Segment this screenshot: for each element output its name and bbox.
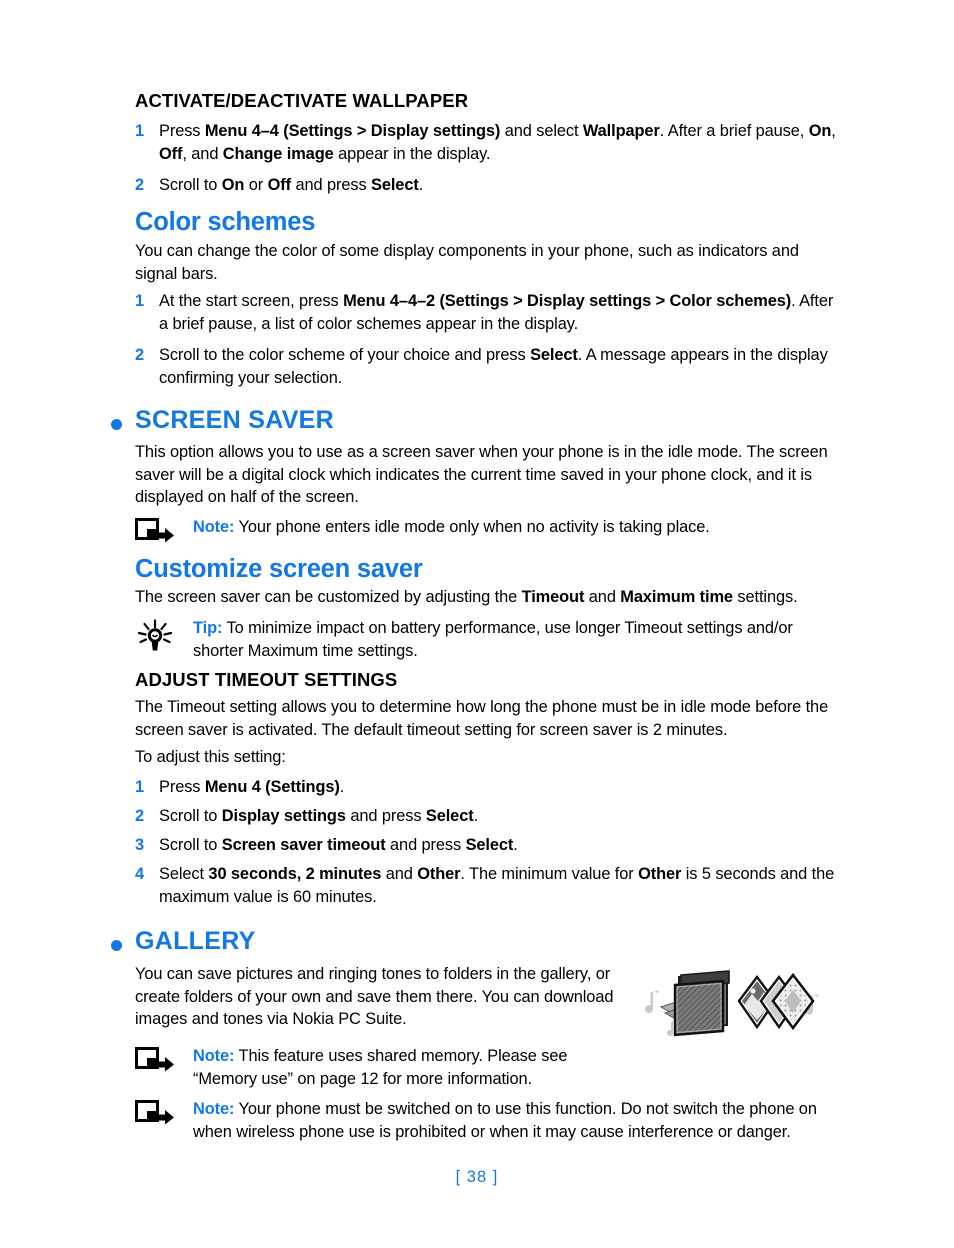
list-number: 3 <box>135 836 145 854</box>
customize-screen-saver-intro: The screen saver can be customized by ad… <box>135 588 798 606</box>
note-text: Note: This feature uses shared memory. P… <box>193 1045 615 1090</box>
note-label: Note: <box>193 518 235 536</box>
heading-color-schemes: Color schemes <box>135 208 316 236</box>
tip-label: Tip: <box>193 619 223 637</box>
screen-saver-intro: This option allows you to use as a scree… <box>135 443 828 506</box>
adjust-timeout-intro: The Timeout setting allows you to determ… <box>135 698 829 739</box>
list-text: Select 30 seconds, 2 minutes and Other. … <box>159 865 835 906</box>
heading-activate-deactivate-wallpaper: ACTIVATE/DEACTIVATE WALLPAPER <box>135 90 469 111</box>
list-number: 2 <box>135 176 145 194</box>
list-text: Scroll to Screen saver timeout and press… <box>159 836 518 854</box>
color-schemes-intro: You can change the color of some display… <box>135 242 799 283</box>
list-text: Press Menu 4 (Settings). <box>159 778 345 796</box>
list-item: 2 Scroll to Display settings and press S… <box>135 805 837 828</box>
note-arrow-icon <box>135 1100 179 1130</box>
page-number: [ 38 ] <box>455 1168 499 1186</box>
note-arrow-icon <box>135 518 179 548</box>
list-text: Scroll to the color scheme of your choic… <box>159 346 828 387</box>
note-label: Note: <box>193 1047 235 1065</box>
note-arrow-icon <box>135 1047 179 1077</box>
heading-customize-screen-saver: Customize screen saver <box>135 555 423 583</box>
lightbulb-icon <box>135 619 179 651</box>
tip-body: To minimize impact on battery performanc… <box>193 619 793 660</box>
note-text: Note: Your phone must be switched on to … <box>193 1098 842 1143</box>
gallery-folder-photos-music-illustration <box>643 963 823 1038</box>
document-page: ACTIVATE/DEACTIVATE WALLPAPER 1 Press Me… <box>0 0 954 1248</box>
list-number: 1 <box>135 778 145 796</box>
note-block: Note: Your phone enters idle mode only w… <box>135 516 840 543</box>
note-text: Note: Your phone enters idle mode only w… <box>193 516 840 539</box>
note-label: Note: <box>193 1100 235 1118</box>
note-body: Your phone must be switched on to use th… <box>193 1100 817 1141</box>
adjust-timeout-lead-in: To adjust this setting: <box>135 748 286 766</box>
heading-gallery: GALLERY <box>135 927 256 955</box>
note-block: Note: This feature uses shared memory. P… <box>135 1045 615 1090</box>
list-number: 2 <box>135 807 145 825</box>
note-body: This feature uses shared memory. Please … <box>193 1047 568 1088</box>
bullet-dot-icon <box>111 940 122 951</box>
list-item: 2 Scroll to the color scheme of your cho… <box>135 344 837 389</box>
list-item: 1 At the start screen, press Menu 4–4–2 … <box>135 290 837 335</box>
note-body: Your phone enters idle mode only when no… <box>234 518 710 536</box>
list-number: 4 <box>135 865 145 883</box>
list-text: At the start screen, press Menu 4–4–2 (S… <box>159 292 834 333</box>
list-item: 2 Scroll to On or Off and press Select. <box>135 174 837 197</box>
heading-screen-saver: SCREEN SAVER <box>135 406 335 434</box>
bullet-dot-icon <box>111 419 122 430</box>
list-item: 1 Press Menu 4 (Settings). <box>135 776 837 799</box>
list-number: 2 <box>135 346 145 364</box>
list-text: Press Menu 4–4 (Settings > Display setti… <box>159 122 836 163</box>
list-text: Scroll to Display settings and press Sel… <box>159 807 479 825</box>
note-block: Note: Your phone must be switched on to … <box>135 1098 842 1143</box>
list-number: 1 <box>135 292 145 310</box>
tip-block: Tip: To minimize impact on battery perfo… <box>135 617 840 662</box>
list-item: 4 Select 30 seconds, 2 minutes and Other… <box>135 863 837 908</box>
list-number: 1 <box>135 122 145 140</box>
heading-adjust-timeout-settings: ADJUST TIMEOUT SETTINGS <box>135 669 398 690</box>
list-item: 3 Scroll to Screen saver timeout and pre… <box>135 834 837 857</box>
gallery-intro: You can save pictures and ringing tones … <box>135 965 614 1028</box>
list-item: 1 Press Menu 4–4 (Settings > Display set… <box>135 120 837 165</box>
tip-text: Tip: To minimize impact on battery perfo… <box>193 617 840 662</box>
list-text: Scroll to On or Off and press Select. <box>159 176 424 194</box>
